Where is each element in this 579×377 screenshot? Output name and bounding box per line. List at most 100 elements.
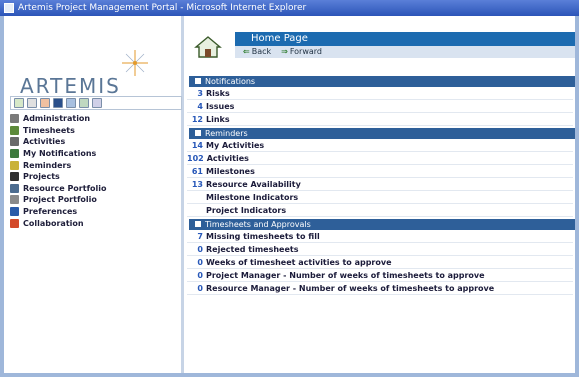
home-icon[interactable] bbox=[193, 34, 223, 60]
back-arrow-icon: ⇐ bbox=[243, 47, 250, 56]
tool-info-icon[interactable] bbox=[53, 98, 63, 108]
project-portfolio-icon bbox=[10, 195, 19, 205]
sidebar-item-preferences[interactable]: Preferences bbox=[10, 206, 180, 218]
section-notifications[interactable]: Notifications bbox=[189, 76, 575, 87]
section-reminders[interactable]: Reminders bbox=[189, 128, 575, 139]
row-label: Risks bbox=[206, 89, 230, 98]
row-label: Links bbox=[206, 115, 230, 124]
page-title: Home Page bbox=[235, 32, 575, 46]
notification-row-issues[interactable]: 4 Issues bbox=[187, 101, 573, 113]
sidebar: ARTEMIS Administration Timesheets Activi… bbox=[4, 16, 184, 373]
window-title: Artemis Project Management Portal - Micr… bbox=[18, 3, 307, 13]
timesheet-row-project-manager[interactable]: 0 Project Manager - Number of weeks of ti… bbox=[187, 270, 573, 282]
row-count: 3 bbox=[197, 89, 203, 98]
forward-label: Forward bbox=[289, 47, 322, 56]
row-count: 102 bbox=[187, 154, 204, 163]
artemis-logo: ARTEMIS bbox=[16, 36, 176, 98]
logo-star-icon bbox=[120, 48, 150, 78]
notification-row-links[interactable]: 12 Links bbox=[187, 114, 573, 126]
forward-button[interactable]: ⇒ Forward bbox=[281, 47, 322, 56]
sidebar-item-label: My Notifications bbox=[23, 149, 97, 159]
row-count: 13 bbox=[191, 180, 203, 189]
row-label: Milestone Indicators bbox=[206, 193, 299, 202]
row-count: 0 bbox=[197, 258, 203, 267]
sidebar-item-activities[interactable]: Activities bbox=[10, 136, 180, 148]
row-label: Rejected timesheets bbox=[206, 245, 299, 254]
sidebar-toolbar bbox=[10, 96, 182, 110]
reminder-row-project-indicators[interactable]: Project Indicators bbox=[187, 205, 573, 217]
activities-icon bbox=[10, 137, 19, 147]
row-label: Milestones bbox=[206, 167, 255, 176]
sidebar-item-project-portfolio[interactable]: Project Portfolio bbox=[10, 194, 180, 206]
section-title: Timesheets and Approvals bbox=[205, 220, 311, 229]
timesheet-row-missing[interactable]: 7 Missing timesheets to fill bbox=[187, 231, 573, 243]
row-count: 4 bbox=[197, 102, 203, 111]
forward-arrow-icon: ⇒ bbox=[281, 47, 288, 56]
section-title: Reminders bbox=[205, 129, 248, 138]
main-content: Home Page ⇐ Back ⇒ Forward Notifications 3… bbox=[187, 16, 575, 373]
sidebar-item-administration[interactable]: Administration bbox=[10, 113, 180, 125]
row-count: 7 bbox=[197, 232, 203, 241]
sidebar-item-my-notifications[interactable]: My Notifications bbox=[10, 148, 180, 160]
sidebar-item-label: Preferences bbox=[23, 207, 78, 217]
collapse-icon[interactable] bbox=[195, 221, 201, 227]
timesheet-row-rejected[interactable]: 0 Rejected timesheets bbox=[187, 244, 573, 256]
window-title-bar: Artemis Project Management Portal - Micr… bbox=[0, 0, 579, 16]
sidebar-item-projects[interactable]: Projects bbox=[10, 171, 180, 183]
logo-text: ARTEMIS bbox=[20, 74, 121, 98]
reminder-row-milestone-indicators[interactable]: Milestone Indicators bbox=[187, 192, 573, 204]
row-label: Resource Manager - Number of weeks of ti… bbox=[206, 284, 495, 293]
row-count: 0 bbox=[197, 271, 203, 280]
sidebar-item-resource-portfolio[interactable]: Resource Portfolio bbox=[10, 183, 180, 195]
sidebar-nav: Administration Timesheets Activities My … bbox=[10, 113, 180, 229]
row-label: Weeks of timesheet activities to approve bbox=[206, 258, 392, 267]
sidebar-item-label: Activities bbox=[23, 137, 66, 147]
notification-row-risks[interactable]: 3 Risks bbox=[187, 88, 573, 100]
reminder-row-resource-availability[interactable]: 13 Resource Availability bbox=[187, 179, 573, 191]
section-timesheets[interactable]: Timesheets and Approvals bbox=[189, 219, 575, 230]
browser-icon bbox=[4, 3, 14, 13]
page-header: Home Page ⇐ Back ⇒ Forward bbox=[187, 30, 575, 62]
tool-favorite-icon[interactable] bbox=[40, 98, 50, 108]
back-button[interactable]: ⇐ Back bbox=[243, 47, 271, 56]
tool-settings-icon[interactable] bbox=[92, 98, 102, 108]
row-count: 61 bbox=[191, 167, 203, 176]
timesheet-icon bbox=[10, 125, 19, 135]
tool-grid-icon[interactable] bbox=[66, 98, 76, 108]
tool-chart-icon[interactable] bbox=[79, 98, 89, 108]
sidebar-item-reminders[interactable]: Reminders bbox=[10, 159, 180, 171]
row-label: Project Indicators bbox=[206, 206, 287, 215]
reminder-row-activities[interactable]: 102 Activities bbox=[187, 153, 573, 165]
row-count: 12 bbox=[191, 115, 203, 124]
header-bar: Home Page ⇐ Back ⇒ Forward bbox=[235, 32, 575, 58]
row-label: Project Manager - Number of weeks of tim… bbox=[206, 271, 485, 280]
sidebar-item-timesheets[interactable]: Timesheets bbox=[10, 125, 180, 137]
sidebar-item-label: Administration bbox=[23, 114, 91, 124]
row-count: 0 bbox=[197, 284, 203, 293]
sidebar-item-label: Project Portfolio bbox=[23, 195, 97, 205]
tool-page-icon[interactable] bbox=[27, 98, 37, 108]
resource-portfolio-icon bbox=[10, 183, 19, 193]
history-nav: ⇐ Back ⇒ Forward bbox=[243, 47, 322, 56]
row-label: Missing timesheets to fill bbox=[206, 232, 320, 241]
collapse-icon[interactable] bbox=[195, 78, 201, 84]
tool-home-icon[interactable] bbox=[14, 98, 24, 108]
back-label: Back bbox=[251, 47, 272, 56]
collaboration-icon bbox=[10, 218, 19, 228]
reminders-icon bbox=[10, 160, 19, 170]
row-count: 0 bbox=[197, 245, 203, 254]
collapse-icon[interactable] bbox=[195, 130, 201, 136]
sidebar-item-label: Timesheets bbox=[23, 125, 75, 135]
sidebar-item-label: Collaboration bbox=[23, 218, 84, 228]
reminder-row-my-activities[interactable]: 14 My Activities bbox=[187, 140, 573, 152]
reminder-row-milestones[interactable]: 61 Milestones bbox=[187, 166, 573, 178]
row-label: Issues bbox=[206, 102, 235, 111]
preferences-icon bbox=[10, 207, 19, 217]
sidebar-item-collaboration[interactable]: Collaboration bbox=[10, 217, 180, 229]
row-label: Resource Availability bbox=[206, 180, 301, 189]
timesheet-row-weeks-to-approve[interactable]: 0 Weeks of timesheet activities to approv… bbox=[187, 257, 573, 269]
timesheet-row-resource-manager[interactable]: 0 Resource Manager - Number of weeks of t… bbox=[187, 283, 573, 295]
row-count: 14 bbox=[191, 141, 203, 150]
sidebar-item-label: Reminders bbox=[23, 160, 72, 170]
sidebar-item-label: Resource Portfolio bbox=[23, 183, 107, 193]
